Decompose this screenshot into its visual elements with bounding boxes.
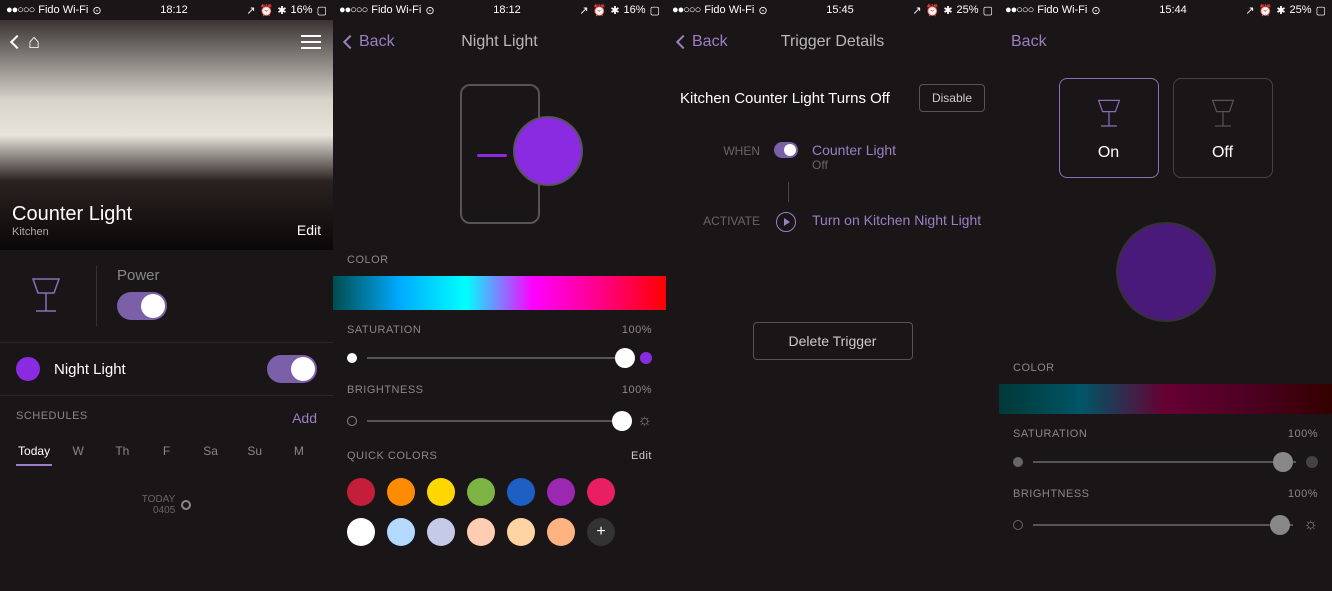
on-button[interactable]: On: [1059, 78, 1159, 178]
quick-color-swatch[interactable]: [347, 518, 375, 546]
when-state: Off: [812, 158, 896, 172]
off-label: Off: [1212, 144, 1233, 162]
brightness-label: BRIGHTNESS: [1013, 488, 1090, 500]
slider-min-icon: [347, 353, 357, 363]
slider-min-icon: [1013, 457, 1023, 467]
preset-row[interactable]: Night Light: [0, 342, 333, 395]
brightness-max-icon: ☼: [1303, 516, 1318, 534]
brightness-max-icon: ☼: [637, 412, 652, 430]
menu-icon[interactable]: [301, 35, 321, 49]
back-button[interactable]: Back: [678, 33, 728, 51]
screen-device: ●●○○○Fido Wi-Fi⊙ 18:12 ↗⏰✱16%▢ ⌂ Counter…: [0, 0, 333, 591]
back-button[interactable]: Back: [1011, 33, 1047, 51]
screen-color-setup: ●●○○○Fido Wi-Fi⊙ 15:44 ↗⏰✱25%▢ Back On O…: [999, 0, 1332, 591]
status-bar: ●●○○○Fido Wi-Fi⊙ 18:12 ↗⏰✱16%▢: [333, 0, 666, 20]
trigger-name: Kitchen Counter Light Turns Off: [680, 90, 890, 107]
add-color-button[interactable]: +: [587, 518, 615, 546]
screen-night-light: ●●○○○Fido Wi-Fi⊙ 18:12 ↗⏰✱16%▢ Back Nigh…: [333, 0, 666, 591]
when-label: WHEN: [680, 142, 760, 158]
brightness-label: BRIGHTNESS: [347, 384, 424, 396]
schedules-label: SCHEDULES: [16, 410, 88, 426]
saturation-color-dot: [640, 352, 652, 364]
status-bar: ●●○○○Fido Wi-Fi⊙ 15:44 ↗⏰✱25%▢: [999, 0, 1332, 20]
day-tab[interactable]: Su: [237, 444, 273, 466]
quick-color-swatch[interactable]: [547, 518, 575, 546]
screen-trigger-details: ●●○○○Fido Wi-Fi⊙ 15:45 ↗⏰✱25%▢ Back Trig…: [666, 0, 999, 591]
play-icon: [776, 212, 796, 232]
hue-slider[interactable]: [333, 276, 666, 310]
quick-colors-edit[interactable]: Edit: [631, 450, 652, 462]
quick-color-swatch[interactable]: [427, 478, 455, 506]
day-tab[interactable]: Today: [16, 444, 52, 466]
brightness-slider[interactable]: [1033, 524, 1293, 526]
connector-line: [788, 182, 789, 202]
home-icon: ⌂: [28, 31, 40, 54]
color-preview-circle: [1116, 222, 1216, 322]
activate-label: ACTIVATE: [680, 212, 760, 228]
when-device[interactable]: Counter Light: [812, 142, 896, 158]
activate-action[interactable]: Turn on Kitchen Night Light: [812, 212, 985, 228]
quick-colors-label: QUICK COLORS: [347, 450, 437, 462]
power-toggle[interactable]: [117, 292, 167, 320]
quick-color-swatch[interactable]: [387, 518, 415, 546]
device-room: Kitchen: [12, 226, 132, 238]
day-tab[interactable]: Sa: [193, 444, 229, 466]
back-button[interactable]: Back: [345, 33, 395, 51]
chevron-left-icon: [10, 35, 24, 49]
status-bar: ●●○○○Fido Wi-Fi⊙ 15:45 ↗⏰✱25%▢: [666, 0, 999, 20]
off-button[interactable]: Off: [1173, 78, 1273, 178]
brightness-value: 100%: [622, 384, 652, 396]
disable-button[interactable]: Disable: [919, 84, 985, 112]
preset-name: Night Light: [54, 361, 267, 378]
quick-color-swatch[interactable]: [427, 518, 455, 546]
quick-color-swatch[interactable]: [587, 478, 615, 506]
quick-color-swatch[interactable]: [507, 478, 535, 506]
hue-slider[interactable]: [999, 384, 1332, 414]
chevron-left-icon: [343, 35, 357, 49]
saturation-slider[interactable]: [367, 357, 630, 359]
color-label: COLOR: [347, 254, 389, 266]
power-label: Power: [117, 267, 317, 284]
brightness-min-icon: [1013, 520, 1023, 530]
day-tabs[interactable]: Today W Th F Sa Su M: [0, 436, 333, 474]
toggle-icon: [774, 142, 798, 158]
brightness-slider[interactable]: [367, 420, 627, 422]
quick-color-swatch[interactable]: [387, 478, 415, 506]
saturation-value: 100%: [622, 324, 652, 336]
color-label: COLOR: [1013, 362, 1055, 374]
brightness-min-icon: [347, 416, 357, 426]
quick-colors-grid: +: [333, 468, 666, 556]
status-bar: ●●○○○Fido Wi-Fi⊙ 18:12 ↗⏰✱16%▢: [0, 0, 333, 20]
quick-color-swatch[interactable]: [467, 518, 495, 546]
saturation-label: SATURATION: [347, 324, 421, 336]
brightness-value: 100%: [1288, 488, 1318, 500]
edit-button[interactable]: Edit: [297, 222, 321, 238]
on-label: On: [1098, 144, 1119, 162]
quick-color-swatch[interactable]: [467, 478, 495, 506]
saturation-slider[interactable]: [1033, 461, 1296, 463]
saturation-color-dot: [1306, 456, 1318, 468]
chevron-left-icon: [676, 35, 690, 49]
day-tab[interactable]: F: [148, 444, 184, 466]
day-tab[interactable]: W: [60, 444, 96, 466]
day-tab[interactable]: M: [281, 444, 317, 466]
quick-color-swatch[interactable]: [507, 518, 535, 546]
schedules-add-button[interactable]: Add: [292, 410, 317, 426]
preset-color-dot: [16, 357, 40, 381]
color-preview: [333, 64, 666, 244]
back-home-button[interactable]: ⌂: [12, 31, 40, 54]
today-marker: TODAY0405: [0, 494, 333, 516]
saturation-value: 100%: [1288, 428, 1318, 440]
device-hero-image: ⌂ Counter Light Kitchen Edit: [0, 20, 333, 250]
delete-trigger-button[interactable]: Delete Trigger: [753, 322, 913, 360]
quick-color-swatch[interactable]: [347, 478, 375, 506]
day-tab[interactable]: Th: [104, 444, 140, 466]
device-title: Counter Light: [12, 203, 132, 226]
saturation-label: SATURATION: [1013, 428, 1087, 440]
quick-color-swatch[interactable]: [547, 478, 575, 506]
lamp-icon: [16, 266, 76, 326]
preset-toggle[interactable]: [267, 355, 317, 383]
